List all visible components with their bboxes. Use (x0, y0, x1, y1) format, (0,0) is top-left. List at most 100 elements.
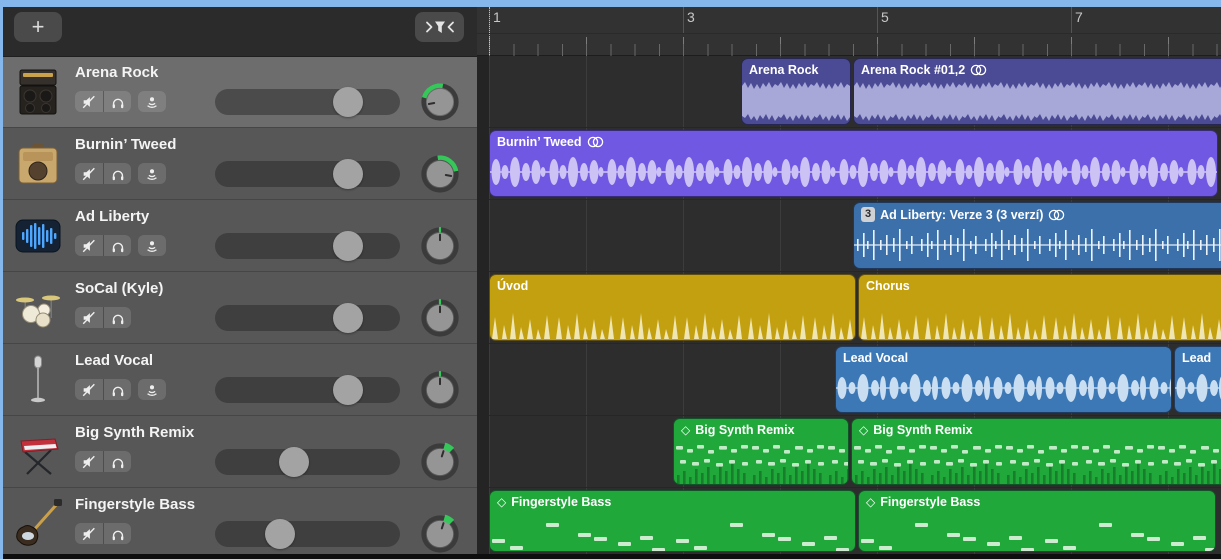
track-header-burnin-tweed[interactable]: Burnin’ Tweed (3, 128, 477, 200)
mute-button[interactable] (75, 163, 103, 184)
volume-slider[interactable] (215, 89, 400, 115)
region-arena-rock-2[interactable]: Arena Rock #01,2 (853, 58, 1221, 125)
region-fingerstyle-bass-1[interactable]: ◇ Fingerstyle Bass (489, 490, 856, 552)
audio-waveform (1175, 366, 1221, 410)
volume-slider-thumb[interactable] (333, 375, 363, 405)
volume-slider-thumb[interactable] (333, 231, 363, 261)
add-track-button[interactable]: + (14, 12, 62, 42)
ruler-bar-number: 7 (1075, 9, 1083, 25)
audio-waveform (490, 150, 1217, 194)
window-bottom-edge (3, 554, 1221, 559)
mute-icon (81, 382, 97, 398)
solo-button[interactable] (103, 451, 131, 472)
mute-button[interactable] (75, 307, 103, 328)
mute-button[interactable] (75, 523, 103, 544)
region-lead-vocal-2[interactable]: Lead (1174, 346, 1221, 413)
region-name: Úvod (497, 279, 528, 293)
region-name: Arena Rock #01,2 (861, 63, 965, 77)
track-header-arena-rock[interactable]: Arena Rock (3, 56, 477, 128)
solo-button[interactable] (103, 235, 131, 256)
region-arena-rock-1[interactable]: Arena Rock (741, 58, 851, 125)
region-big-synth-remix-2[interactable]: ◇ Big Synth Remix (851, 418, 1221, 485)
track-header-socal-kyle[interactable]: SoCal (Kyle) (3, 272, 477, 344)
volume-slider[interactable] (215, 377, 400, 403)
midi-notes (674, 441, 848, 484)
stereo-icon (1048, 209, 1065, 221)
mute-button[interactable] (75, 379, 103, 400)
track-header-ad-liberty[interactable]: Ad Liberty (3, 200, 477, 272)
mute-icon (81, 238, 97, 254)
track-name: SoCal (Kyle) (75, 280, 163, 297)
track-header-big-synth-remix[interactable]: Big Synth Remix (3, 416, 477, 488)
pan-knob[interactable] (420, 154, 460, 194)
volume-slider-thumb[interactable] (333, 159, 363, 189)
drummer-waveform (490, 301, 855, 339)
region-name: Arena Rock (749, 63, 818, 77)
volume-slider-thumb[interactable] (265, 519, 295, 549)
pan-knob[interactable] (420, 226, 460, 266)
pan-knob[interactable] (420, 370, 460, 410)
solo-button[interactable] (103, 307, 131, 328)
mute-button[interactable] (75, 91, 103, 112)
volume-slider[interactable] (215, 449, 400, 475)
playhead[interactable] (489, 7, 490, 55)
input-monitor-button[interactable] (138, 235, 166, 256)
ruler-bar-number: 3 (687, 9, 695, 25)
input-monitor-button[interactable] (138, 91, 166, 112)
mute-button[interactable] (75, 451, 103, 472)
pan-knob[interactable] (420, 514, 460, 554)
region-name: Big Synth Remix (873, 423, 972, 437)
synth-keyboard-icon (7, 429, 69, 475)
volume-slider[interactable] (215, 521, 400, 547)
ruler-divider (477, 33, 1221, 34)
region-name: Lead Vocal (843, 351, 908, 365)
pan-knob[interactable] (420, 442, 460, 482)
track-header-fingerstyle-bass[interactable]: Fingerstyle Bass (3, 488, 477, 559)
audio-waveform-icon (7, 219, 69, 253)
window-focus-border-top (0, 0, 1221, 7)
solo-button[interactable] (103, 163, 131, 184)
input-monitor-button[interactable] (138, 379, 166, 400)
track-header-panel: Arena Rock (3, 56, 477, 554)
headphones-icon (110, 382, 126, 398)
region-lead-vocal-1[interactable]: Lead Vocal (835, 346, 1172, 413)
volume-slider-thumb[interactable] (333, 87, 363, 117)
region-ad-liberty-takes[interactable]: 3 Ad Liberty: Verze 3 (3 verzí) (853, 202, 1221, 269)
volume-slider[interactable] (215, 161, 400, 187)
input-monitor-icon (144, 238, 160, 254)
solo-button[interactable] (103, 91, 131, 112)
region-drummer-chorus[interactable]: Chorus (858, 274, 1221, 341)
track-header-filter-icon (425, 18, 455, 36)
loop-icon: ◇ (866, 495, 875, 509)
volume-slider[interactable] (215, 305, 400, 331)
audio-waveform (854, 225, 1221, 265)
region-burnin-tweed[interactable]: Burnin’ Tweed (489, 130, 1218, 197)
track-name: Fingerstyle Bass (75, 496, 195, 513)
volume-slider[interactable] (215, 233, 400, 259)
solo-button[interactable] (103, 379, 131, 400)
microphone-icon (7, 354, 69, 406)
mute-button[interactable] (75, 235, 103, 256)
mute-icon (81, 310, 97, 326)
loop-icon: ◇ (497, 495, 506, 509)
timeline-ruler[interactable]: 1 3 5 7 (477, 7, 1221, 56)
ruler-beat-ticks (477, 44, 1221, 56)
pan-knob[interactable] (420, 82, 460, 122)
track-header-lead-vocal[interactable]: Lead Vocal (3, 344, 477, 416)
track-header-filter-button[interactable] (415, 12, 464, 42)
headphones-icon (110, 238, 126, 254)
headphones-icon (110, 526, 126, 542)
input-monitor-button[interactable] (138, 163, 166, 184)
region-big-synth-remix-1[interactable]: ◇ Big Synth Remix (673, 418, 849, 485)
volume-slider-thumb[interactable] (279, 447, 309, 477)
solo-button[interactable] (103, 523, 131, 544)
garageband-tracks-view: 1 3 5 7 Arena Rock Arena Rock #01,2 Burn… (0, 0, 1221, 559)
bar-gridline (683, 7, 684, 33)
region-fingerstyle-bass-2[interactable]: ◇ Fingerstyle Bass (858, 490, 1216, 552)
input-monitor-icon (144, 166, 160, 182)
mute-icon (81, 526, 97, 542)
midi-notes (852, 441, 1221, 484)
pan-knob[interactable] (420, 298, 460, 338)
region-drummer-uvod[interactable]: Úvod (489, 274, 856, 341)
volume-slider-thumb[interactable] (333, 303, 363, 333)
